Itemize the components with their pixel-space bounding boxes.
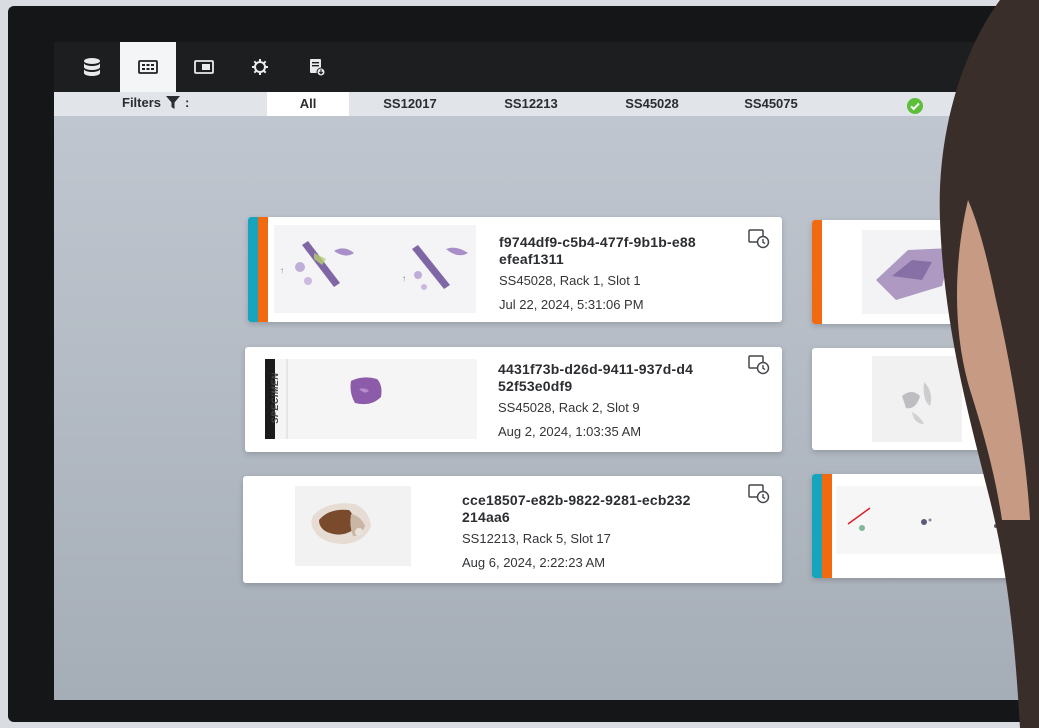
grid-view-icon xyxy=(138,60,158,74)
slide-location: SS12213, Rack 5, Slot 17 xyxy=(462,531,611,546)
database-icon xyxy=(84,58,100,76)
slide-timestamp: Jul 22, 2024, 5:31:06 PM xyxy=(499,297,644,312)
settings-icon xyxy=(252,59,268,75)
slide-id: f9744df9-c5b4-477f-9b1b-e88 efeaf1311 xyxy=(499,234,696,268)
slide-history-icon xyxy=(748,484,770,504)
status-stripe-orange xyxy=(258,217,268,322)
slide-timestamp: Aug 2, 2024, 1:03:35 AM xyxy=(498,424,642,439)
filter-label: Filters : xyxy=(122,95,189,110)
filter-tab-ss45075[interactable]: SS45075 xyxy=(730,92,812,116)
slide-timestamp: Aug 6, 2024, 2:22:23 AM xyxy=(462,555,606,570)
slide-card[interactable]: ↑ ↑ f9744df9-c5b4-477f-9b1b-e88 efeaf131… xyxy=(248,217,782,322)
slide-id: cce18507-e82b-9822-9281-ecb232 214aa6 xyxy=(462,492,691,526)
slide-thumbnail: SPECIMEN xyxy=(265,359,477,439)
slide-location: SS45028, Rack 1, Slot 1 xyxy=(499,273,641,288)
history-button[interactable] xyxy=(748,355,770,375)
app-screen: Filters : All SS12017 SS12213 SS45028 SS… xyxy=(54,42,1039,700)
check-icon xyxy=(910,102,920,111)
grid-view-button[interactable] xyxy=(120,42,176,92)
status-stripe-orange xyxy=(822,474,832,578)
slide-card[interactable]: cce18507-e82b-9822-9281-ecb232 214aa6 SS… xyxy=(243,476,782,583)
slide-history-icon xyxy=(748,355,770,375)
status-stripe-teal xyxy=(812,474,822,578)
person-silhouette xyxy=(939,0,1039,728)
slide-id-line-1: cce18507-e82b-9822-9281-ecb232 xyxy=(462,492,691,508)
database-tool-button[interactable] xyxy=(64,42,120,92)
svg-text:↑: ↑ xyxy=(402,274,406,283)
slide-thumbnail: ↑ ↑ xyxy=(274,225,476,313)
slide-location: SS45028, Rack 2, Slot 9 xyxy=(498,400,640,415)
status-stripe-orange xyxy=(812,220,822,324)
filter-tab-ss45028[interactable]: SS45028 xyxy=(611,92,693,116)
apply-filter-button[interactable] xyxy=(907,98,923,114)
filter-tab-ss12017[interactable]: SS12017 xyxy=(369,92,451,116)
monitor-bezel: Filters : All SS12017 SS12213 SS45028 SS… xyxy=(8,6,1039,722)
history-button[interactable] xyxy=(748,484,770,504)
slide-id-line-1: f9744df9-c5b4-477f-9b1b-e88 xyxy=(499,234,696,250)
filter-tab-all[interactable]: All xyxy=(267,92,349,116)
slide-id-line-2: efeaf1311 xyxy=(499,251,564,267)
slide-view-icon xyxy=(194,60,214,74)
filter-label-text: Filters xyxy=(122,95,162,110)
filter-label-colon: : xyxy=(185,95,190,110)
filter-icon xyxy=(166,96,181,109)
export-button[interactable] xyxy=(288,42,344,92)
filter-bar: Filters : All SS12017 SS12213 SS45028 SS… xyxy=(54,92,1039,116)
status-stripe-teal xyxy=(248,217,258,322)
slide-id-line-1: 4431f73b-d26d-9411-937d-d4 xyxy=(498,361,694,377)
history-button[interactable] xyxy=(748,229,770,249)
slide-view-button[interactable] xyxy=(176,42,232,92)
settings-button[interactable] xyxy=(232,42,288,92)
filter-tab-ss12213[interactable]: SS12213 xyxy=(490,92,572,116)
slide-history-icon xyxy=(748,229,770,249)
main-toolbar xyxy=(54,42,1039,92)
slide-thumbnail xyxy=(295,486,411,566)
slide-card[interactable]: SPECIMEN 4431f73b-d26d-9411-937d-d4 52f5… xyxy=(245,347,782,452)
svg-text:↑: ↑ xyxy=(280,266,284,275)
slide-id-line-2: 52f53e0df9 xyxy=(498,378,573,394)
export-icon xyxy=(310,59,326,77)
slide-id: 4431f73b-d26d-9411-937d-d4 52f53e0df9 xyxy=(498,361,693,395)
slide-id-line-2: 214aa6 xyxy=(462,509,510,525)
